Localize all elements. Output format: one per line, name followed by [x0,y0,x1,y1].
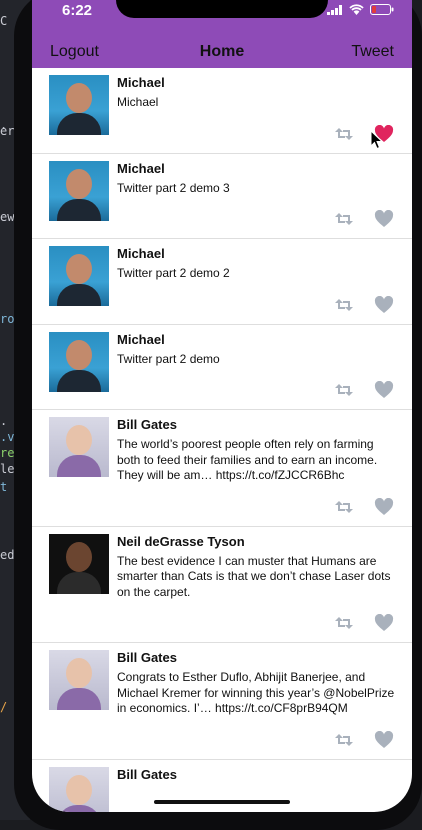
tweet-body: Bill Gates [117,767,396,813]
retweet-icon[interactable] [334,125,354,143]
avatar[interactable] [49,160,109,221]
like-heart-icon[interactable] [374,295,394,314]
tweet-text: The world’s poorest people often rely on… [117,437,378,482]
navigation-bar: Logout Home Tweet [32,36,412,68]
avatar-face [66,83,92,113]
tweet-actions [117,209,396,228]
tweet-body: Michael Twitter part 2 demo 2 [117,246,396,314]
tweet-actions [117,497,396,516]
retweet-icon[interactable] [334,498,354,516]
retweet-icon[interactable] [334,381,354,399]
avatar[interactable] [49,246,109,306]
avatar-torso [57,369,101,392]
avatar-torso [57,804,101,812]
like-heart-icon[interactable] [374,209,394,228]
editor-fragment: ro [0,312,15,326]
tweet-row[interactable]: Michael Twitter part 2 demo [32,325,412,410]
tweet-actions [117,380,396,399]
like-heart-icon[interactable] [374,497,394,516]
device-notch [116,0,328,18]
tweet-body: Neil deGrasse Tyson The best evidence I … [117,534,396,633]
tweet-actions [117,730,396,749]
avatar[interactable] [49,533,109,594]
logout-button[interactable]: Logout [32,43,117,61]
home-indicator[interactable] [154,800,290,804]
tweet-text: Twitter part 2 demo [117,351,220,366]
retweet-icon[interactable] [334,731,354,749]
mouse-cursor-icon [370,130,384,150]
avatar-face [66,658,92,688]
avatar-face [66,774,92,805]
tweet-actions [117,295,396,314]
avatar[interactable] [49,417,109,477]
tweet-feed[interactable]: Michael Michael Michael Twitter part 2 d… [32,68,412,812]
tweet-body: Michael Michael [117,75,396,143]
retweet-icon[interactable] [334,614,354,632]
wifi-icon [349,4,364,15]
avatar[interactable] [49,331,109,392]
tweet-text: Michael [117,95,159,109]
avatar-face [66,339,92,370]
avatar[interactable] [49,650,109,710]
tweet-author: Bill Gates [117,417,177,432]
editor-fragment: le [0,462,15,476]
status-time: 6:22 [62,2,93,19]
tweet-row[interactable]: Bill Gates [32,760,412,813]
tweet-row[interactable]: Michael Michael [32,68,412,154]
retweet-icon[interactable] [334,210,354,228]
avatar[interactable] [49,75,109,135]
avatar-torso [57,571,101,594]
editor-fragment: er [0,124,15,138]
tweet-button[interactable]: Tweet [333,43,412,61]
tweet-text: Congrats to Esther Duflo, Abhijit Banerj… [117,670,395,715]
battery-icon [370,4,394,15]
app-screen: 6:22 Logout Home Tweet Michael Michael M… [32,0,412,812]
editor-fragment: t [0,480,8,494]
avatar-face [66,168,92,199]
retweet-icon[interactable] [334,296,354,314]
avatar-face [66,254,92,284]
editor-fragment: ew [0,210,15,224]
tweet-author: Bill Gates [117,766,177,782]
tweet-body: Michael Twitter part 2 demo [117,332,396,400]
avatar-torso [57,284,101,306]
tweet-text: Twitter part 2 demo 2 [117,266,230,280]
tweet-body: Bill Gates The world’s poorest people of… [117,417,396,516]
tweet-author: Bill Gates [117,650,177,665]
editor-fragment: / [0,700,8,714]
tweet-row[interactable]: Bill Gates The world’s poorest people of… [32,410,412,527]
avatar[interactable] [49,766,109,812]
tweet-row[interactable]: Michael Twitter part 2 demo 3 [32,154,412,239]
like-heart-icon[interactable] [374,380,394,399]
avatar-torso [57,688,101,710]
tweet-text: Twitter part 2 demo 3 [117,180,230,195]
tweet-actions [117,613,396,632]
tweet-body: Bill Gates Congrats to Esther Duflo, Abh… [117,650,396,749]
status-icons [327,4,394,15]
tweet-text: The best evidence I can muster that Huma… [117,553,391,599]
avatar-torso [57,198,101,221]
editor-fragment: C [0,14,8,28]
tweet-actions [117,124,396,143]
tweet-author: Michael [117,331,165,347]
tweet-body: Michael Twitter part 2 demo 3 [117,161,396,229]
editor-fragment: ed [0,548,15,562]
tweet-row[interactable]: Bill Gates Congrats to Esther Duflo, Abh… [32,643,412,760]
avatar-face [66,541,92,572]
signal-icon [327,4,342,15]
like-heart-icon[interactable] [374,730,394,749]
tweet-row[interactable]: Neil deGrasse Tyson The best evidence I … [32,527,412,643]
avatar-face [66,425,92,455]
avatar-torso [57,113,101,135]
tweet-author: Neil deGrasse Tyson [117,533,245,549]
tweet-author: Michael [117,160,165,176]
editor-fragment: .v [0,430,15,444]
like-heart-icon[interactable] [374,613,394,632]
tweet-author: Michael [117,75,165,90]
avatar-torso [57,455,101,477]
tweet-author: Michael [117,246,165,261]
editor-fragment: re [0,446,15,460]
tweet-row[interactable]: Michael Twitter part 2 demo 2 [32,239,412,325]
